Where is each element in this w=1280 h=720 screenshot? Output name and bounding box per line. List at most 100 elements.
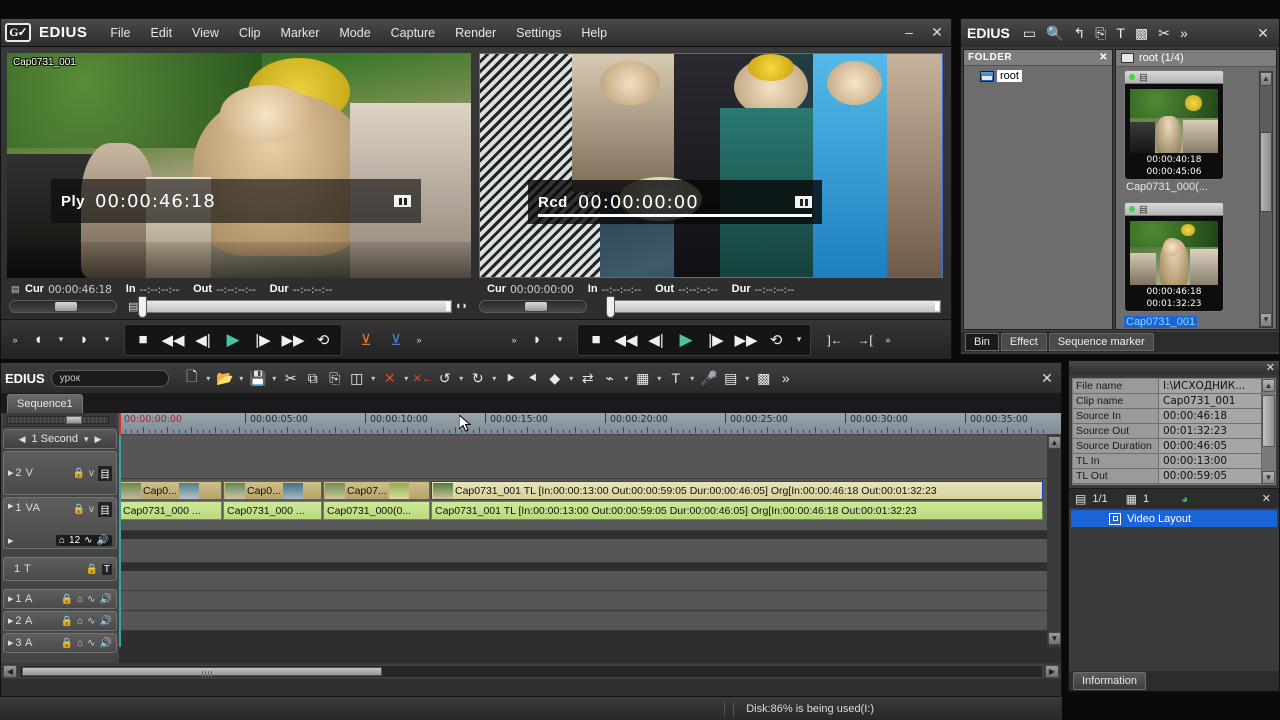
- timeline-close-button[interactable]: ✕: [1039, 370, 1055, 386]
- recorder-video-frame[interactable]: Rcd 00:00:00:00: [479, 53, 943, 278]
- playhead-ruler-marker[interactable]: [119, 413, 121, 435]
- player-fast-fwd-button[interactable]: ▶▶: [279, 327, 307, 353]
- effect-close-button[interactable]: ✕: [1262, 492, 1271, 505]
- track-expand-icon[interactable]: ▶: [8, 595, 13, 603]
- player-out-dropdown-icon[interactable]: ▾: [100, 327, 114, 353]
- track-audio-controls[interactable]: ⌂ 12 ∿ 🔊: [55, 535, 112, 546]
- player-add-marker-out-icon[interactable]: ⊻: [382, 327, 410, 353]
- title-icon[interactable]: T: [665, 370, 687, 386]
- track-header-1t[interactable]: 1 T 🔒 T: [3, 557, 117, 581]
- player-loop-button[interactable]: ⟲: [309, 327, 337, 353]
- redo-icon[interactable]: ↻: [467, 370, 489, 387]
- recorder-step-fwd-button[interactable]: |▶: [702, 327, 730, 353]
- save-project-icon[interactable]: 💾: [247, 370, 269, 387]
- track-volume-icon[interactable]: 🔊: [100, 616, 112, 627]
- player-in-dropdown-icon[interactable]: ▾: [54, 327, 68, 353]
- player-play-button[interactable]: ▶: [219, 327, 247, 353]
- player-audio-balance-icon[interactable]: ◖◗: [455, 300, 468, 312]
- mixer-dropdown-icon[interactable]: ▾: [654, 374, 665, 383]
- copy-icon[interactable]: ⧉: [302, 370, 324, 387]
- player-stop-button[interactable]: ■: [129, 327, 157, 353]
- track-lock-icon[interactable]: 🔒: [61, 594, 73, 605]
- recorder-step-back-button[interactable]: ◀|: [642, 327, 670, 353]
- player-step-back-button[interactable]: ◀|: [189, 327, 217, 353]
- timeline-clip-video[interactable]: Cap0...: [223, 481, 322, 500]
- track-expand-icon[interactable]: ▶: [8, 617, 13, 625]
- player-pause-icon[interactable]: [394, 195, 411, 207]
- recorder-more-icon[interactable]: »: [881, 327, 895, 353]
- timeline-clip-video[interactable]: Cap07...: [323, 481, 430, 500]
- player-set-out-icon[interactable]: ◗: [70, 327, 98, 353]
- bin-scroll-thumb[interactable]: [1260, 132, 1272, 212]
- folder-pane-close[interactable]: ✕: [1099, 52, 1108, 63]
- track-header-1va[interactable]: ▶ 1 VA 🔒 ᴠ 目 ▶ ⌂ 12 ∿ 🔊: [3, 497, 117, 549]
- track-waveform-icon[interactable]: ∿: [87, 616, 95, 627]
- render-dropdown-icon[interactable]: ▾: [742, 374, 753, 383]
- track-audio-lock-icon[interactable]: ⌂: [77, 594, 83, 605]
- timeline-clip-audio[interactable]: Cap0731_001 TL [In:00:00:13:00 Out:00:00…: [431, 501, 1043, 520]
- player-shuttle-slider[interactable]: [9, 299, 117, 313]
- track-waveform-icon[interactable]: ∿: [87, 594, 95, 605]
- track-expand-icon[interactable]: ▶: [8, 469, 13, 477]
- timeline-scroll-thumb[interactable]: [22, 666, 382, 677]
- timeline-scale-selector[interactable]: ◀ 1 Second ▾ ▶: [3, 429, 117, 449]
- effect-list-item-video-layout[interactable]: Video Layout: [1071, 510, 1277, 527]
- track-expand-icon[interactable]: ▶: [8, 502, 13, 510]
- bin-scrollbar[interactable]: ▲ ▼: [1259, 71, 1273, 328]
- track-lock-icon[interactable]: 🔒: [73, 468, 85, 479]
- recorder-loop-button[interactable]: ⟲: [762, 327, 790, 353]
- track-waveform-icon[interactable]: ∿: [87, 638, 95, 649]
- player-video-frame[interactable]: Cap0731_001 Ply 00:00:46:18: [7, 53, 471, 278]
- mixer-icon[interactable]: ▦: [1126, 492, 1137, 506]
- player-step-fwd-button[interactable]: |▶: [249, 327, 277, 353]
- undo-icon[interactable]: ↺: [434, 370, 456, 387]
- timeline-clip-audio[interactable]: Cap0731_000(0...: [323, 501, 430, 520]
- track-lock-icon[interactable]: 🔒: [85, 564, 97, 575]
- menu-view[interactable]: View: [183, 22, 228, 44]
- bin-scroll-down-icon[interactable]: ▼: [1260, 313, 1272, 327]
- timeline-zoom-slider[interactable]: [7, 416, 109, 424]
- default-effect-dropdown-icon[interactable]: ▾: [621, 374, 632, 383]
- player-position-slider[interactable]: [138, 295, 452, 318]
- track-title-icon[interactable]: T: [101, 563, 112, 575]
- recorder-pause-icon[interactable]: [795, 196, 812, 208]
- tab-effect[interactable]: Effect: [1000, 333, 1047, 351]
- toolbar-expand-icon[interactable]: »: [775, 370, 797, 386]
- add-track-icon[interactable]: ⯈: [500, 370, 522, 387]
- information-close-button[interactable]: ✕: [1266, 361, 1275, 374]
- track-header-2v[interactable]: ▶ 2 V 🔒 ᴠ 目: [3, 451, 117, 495]
- project-name-input[interactable]: урок: [50, 369, 169, 387]
- delete-gap-icon[interactable]: ✕←: [412, 372, 434, 385]
- player-add-marker-in-icon[interactable]: ⊻: [352, 327, 380, 353]
- timeline-horizontal-scrollbar[interactable]: ◀ ▶: [1, 663, 1061, 679]
- search-icon[interactable]: 🔍: [1046, 25, 1063, 42]
- delete-icon[interactable]: ✕: [379, 370, 401, 387]
- recorder-shuttle-slider[interactable]: [479, 299, 587, 313]
- transition-icon[interactable]: ◆: [544, 370, 566, 387]
- information-scroll-up-icon[interactable]: ▲: [1262, 379, 1275, 392]
- recorder-rewind-button[interactable]: ◀◀: [612, 327, 640, 353]
- bin-close-button[interactable]: ✕: [1255, 25, 1271, 41]
- paste-icon[interactable]: ⎘: [324, 370, 346, 387]
- player-rewind-button[interactable]: ◀◀: [159, 327, 187, 353]
- recorder-marker-dropdown-icon[interactable]: ▾: [553, 327, 567, 353]
- timeline-ruler[interactable]: 00:00:00:00 00:00:05:00 00:00:10:00 00:0…: [119, 413, 1061, 435]
- expand-icon[interactable]: »: [1180, 25, 1188, 41]
- track-sync-icon[interactable]: 目: [98, 502, 112, 517]
- recorder-play-button[interactable]: ▶: [672, 327, 700, 353]
- tab-information[interactable]: Information: [1073, 672, 1147, 690]
- open-project-dropdown-icon[interactable]: ▾: [236, 374, 247, 383]
- player-position-handle[interactable]: [138, 295, 148, 318]
- timeline-clip-video-selected[interactable]: Cap0731_001 TL [In:00:00:13:00 Out:00:00…: [431, 481, 1043, 500]
- default-effect-icon[interactable]: ⌁: [599, 370, 621, 387]
- timeline-scroll-left-icon[interactable]: ◀: [3, 664, 17, 678]
- audio-cross-fade-icon[interactable]: ⇄: [577, 370, 599, 387]
- folder-tree-item-root[interactable]: root: [964, 66, 1112, 82]
- recorder-stop-button[interactable]: ■: [582, 327, 610, 353]
- timeline-lane-2v[interactable]: [119, 435, 1061, 479]
- track-audio-lock-icon[interactable]: ⌂: [77, 616, 83, 627]
- timeline-lane-2a[interactable]: [119, 591, 1061, 611]
- add-clip-icon[interactable]: ⎘: [1095, 25, 1106, 42]
- menu-file[interactable]: File: [101, 22, 139, 44]
- audio-mixer-icon[interactable]: ◕: [1181, 492, 1188, 506]
